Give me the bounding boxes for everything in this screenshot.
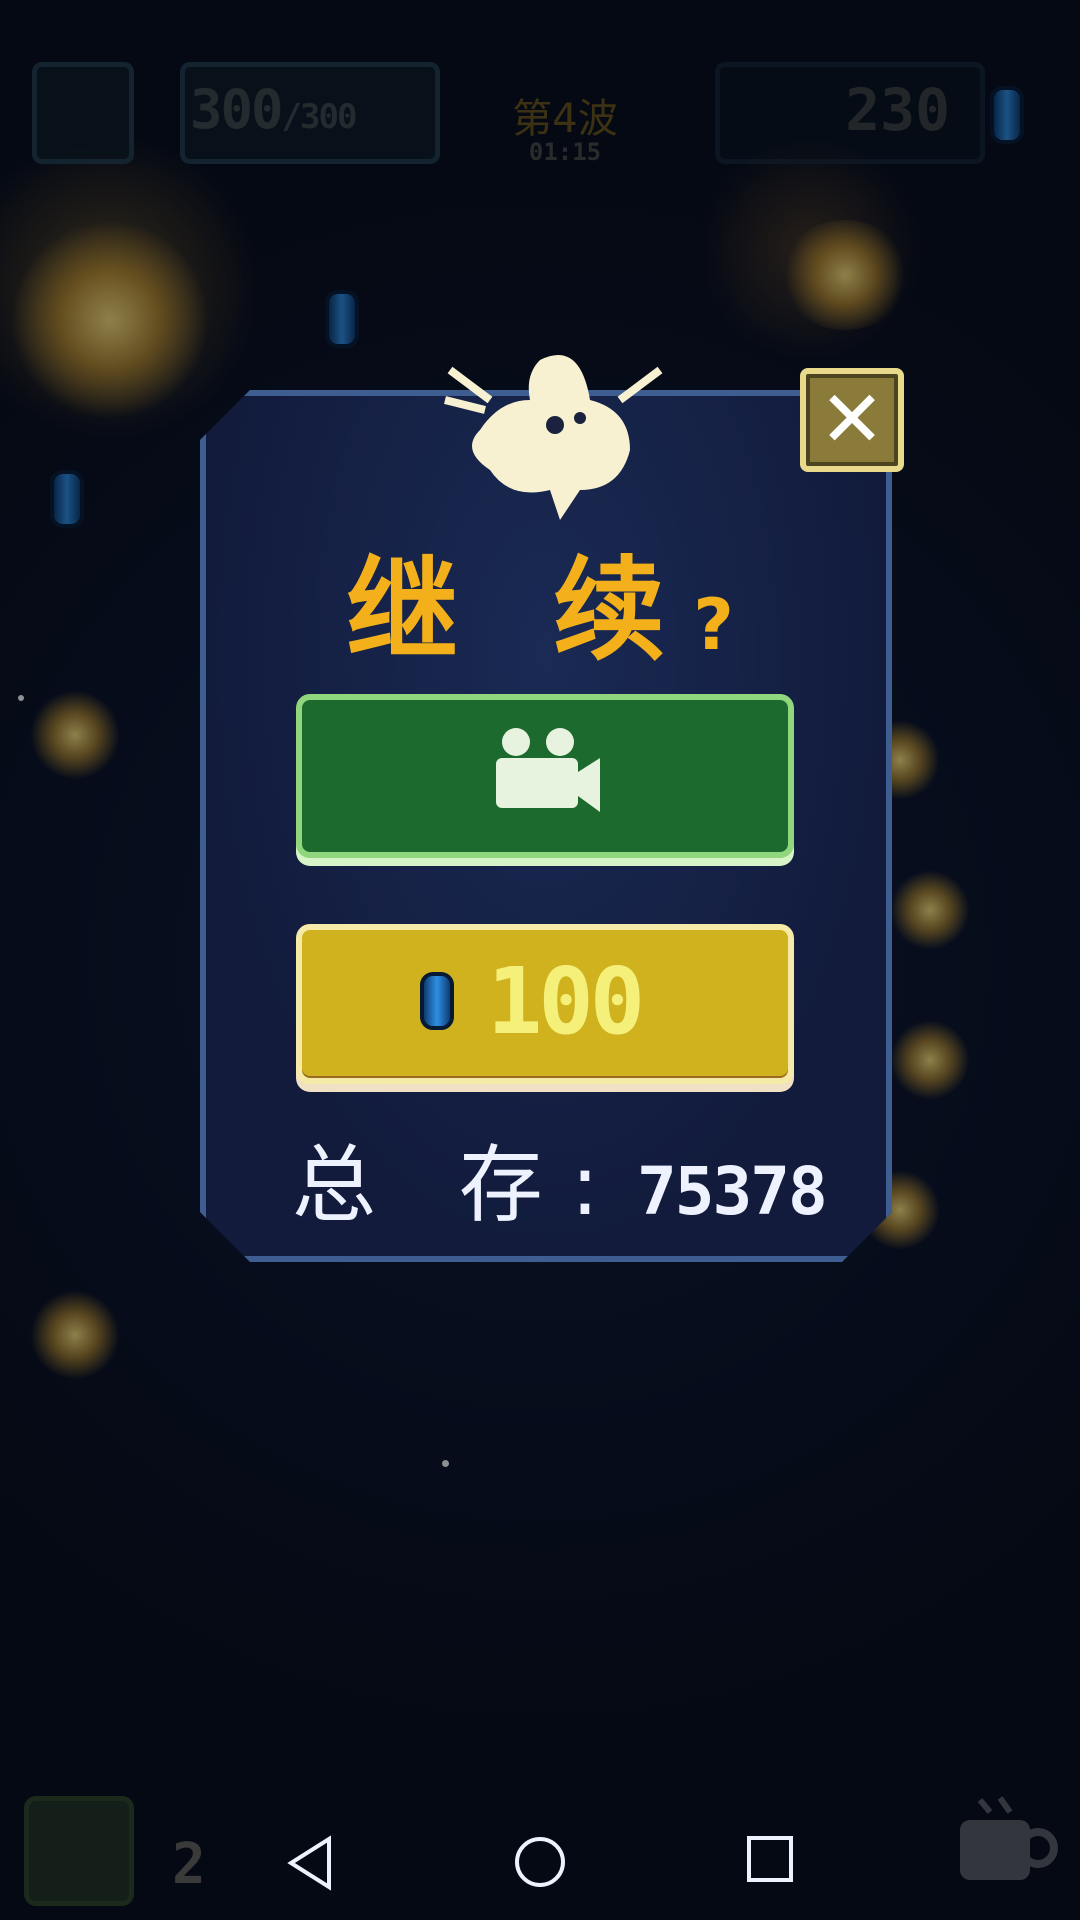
recent-apps-icon[interactable]: [746, 1835, 794, 1883]
close-icon: ✕: [819, 375, 885, 465]
total-gems: 总 存: 75378: [292, 1118, 828, 1239]
dialog-title-mark: ?: [693, 584, 734, 666]
item-slot[interactable]: [24, 1796, 134, 1906]
ghost-mascot-icon: [444, 355, 663, 520]
total-label: 总 存:: [292, 1136, 628, 1234]
video-camera-icon: [496, 728, 600, 812]
item-count: 2: [172, 1832, 206, 1897]
pay-gems-button[interactable]: 100: [296, 924, 794, 1084]
watch-video-button[interactable]: [296, 694, 794, 858]
coffee-cup-icon[interactable]: [950, 1790, 1060, 1890]
back-icon[interactable]: [285, 1835, 335, 1891]
total-value: 75378: [637, 1153, 828, 1230]
dialog-title: 继 续?: [200, 520, 880, 682]
gem-cost: 100: [487, 948, 645, 1055]
gem-icon: [420, 972, 454, 1030]
dialog-title-text: 继 续: [346, 546, 694, 676]
home-icon[interactable]: [513, 1835, 567, 1889]
close-button[interactable]: ✕: [800, 368, 904, 472]
